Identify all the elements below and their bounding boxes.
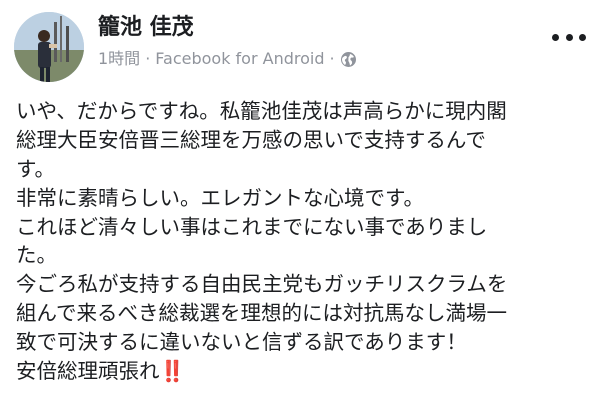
- author-avatar[interactable]: [14, 12, 84, 82]
- more-options-icon: [579, 33, 586, 41]
- post-text-line: 組んで来るべき総裁選を理想的には対抗馬なし満場一: [16, 301, 507, 326]
- post-meta: 1時間 · Facebook for Android ·: [98, 48, 357, 70]
- post-text-line: す。: [16, 156, 55, 181]
- post-text-line: た。: [16, 243, 57, 268]
- post-header: 籠池 佳茂 1時間 · Facebook for Android ·: [0, 0, 600, 86]
- more-options-icon: [552, 33, 559, 41]
- post-text-line: 総理大臣安倍晋三総理を万感の思いで支持するんで: [16, 127, 486, 152]
- globe-icon[interactable]: [340, 51, 357, 68]
- meta-separator: ·: [145, 49, 151, 68]
- post-text-line: 安倍総理頑張れ: [16, 359, 160, 384]
- author-name[interactable]: 籠池 佳茂: [98, 14, 194, 42]
- more-options-button[interactable]: [552, 30, 586, 44]
- more-options-icon: [565, 33, 573, 41]
- post-text-line: 致で可決するに違いないと信ずる訳であります！: [16, 330, 467, 355]
- post-text-line-last: 安倍総理頑張れ‼️: [16, 357, 592, 386]
- post-text-line: これほど清々しい事はこれまでにない事でありまし: [16, 214, 488, 239]
- post-source: Facebook for Android: [155, 49, 325, 68]
- post-text-line: 今ごろ私が支持する自由民主党もガッチリスクラムを: [16, 272, 508, 297]
- double-exclamation-icon: ‼️: [159, 359, 185, 384]
- post-text-line: いや、だからですね。私籠池佳茂は声高らかに現内閣: [16, 99, 507, 123]
- post-body: いや、だからですね。私籠池佳茂は声高らかに現内閣 総理大臣安倍晋三総理を万感の思…: [16, 97, 592, 386]
- avatar-photo: [14, 12, 84, 82]
- post-time[interactable]: 1時間: [98, 48, 140, 70]
- facebook-post: 籠池 佳茂 1時間 · Facebook for Android · いや、だか…: [0, 0, 600, 408]
- meta-separator: ·: [329, 49, 335, 68]
- post-text-line: 非常に素晴らしい。エレガントな心境です。: [16, 185, 424, 210]
